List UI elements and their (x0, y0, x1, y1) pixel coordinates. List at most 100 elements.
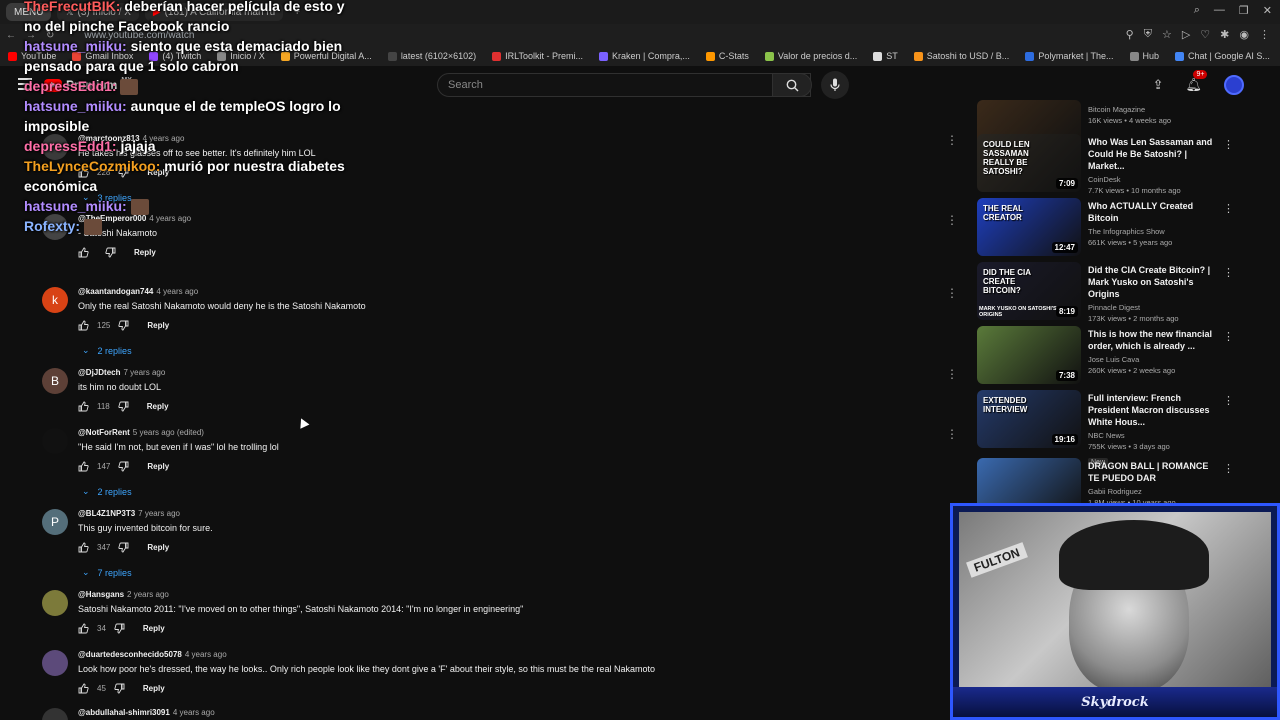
chat-username[interactable]: hatsune_miiku: (24, 38, 127, 54)
channel-name[interactable]: The Infographics Show (1088, 227, 1218, 236)
related-video[interactable]: COULD LEN SASSAMAN REALLY BE SATOSHI? 7:0… (977, 134, 1239, 195)
view-replies-button[interactable]: ⌄ 2 replies (78, 486, 918, 497)
account-avatar[interactable] (1224, 75, 1244, 95)
video-title[interactable]: Who ACTUALLY Created Bitcoin (1088, 200, 1218, 224)
related-video[interactable]: THE REAL CREATOR 12:47 Who ACTUALLY Create… (977, 198, 1239, 256)
related-video[interactable]: DID THE CIA CREATE BITCOIN? MARK YUSKO ON… (977, 262, 1239, 323)
reply-button[interactable]: Reply (143, 624, 165, 633)
bookmark-item[interactable]: Valor de precios d... (764, 51, 857, 61)
bookmark-item[interactable]: Satoshi to USD / B... (913, 51, 1009, 61)
view-replies-button[interactable]: ⌄ 2 replies (78, 345, 918, 356)
reply-button[interactable]: Reply (134, 248, 156, 257)
bookmark-item[interactable]: latest (6102×6102) (387, 51, 476, 61)
puzzle-icon[interactable]: ✱ (1220, 28, 1229, 41)
back-icon[interactable]: ← (6, 30, 16, 41)
comment-author[interactable]: @kaantandogan744 (78, 287, 153, 296)
channel-name[interactable]: Pinnacle Digest (1088, 303, 1218, 312)
notifications-button[interactable]: 🔔︎ 9+ (1185, 70, 1208, 94)
bookmark-item[interactable]: Hub (1129, 51, 1159, 61)
commenter-avatar[interactable]: B (42, 368, 68, 394)
close-icon[interactable]: ✕ (1263, 4, 1272, 17)
video-more-icon[interactable]: ⋮ (1223, 462, 1234, 475)
video-title[interactable]: Did the CIA Create Bitcoin? | Mark Yusko… (1088, 264, 1218, 300)
channel-name[interactable]: Jose Luis Cava (1088, 355, 1218, 364)
comment-more-icon[interactable]: ⋮ (946, 428, 958, 440)
video-title[interactable]: DRAGON BALL | ROMANCE TE PUEDO DAR (1088, 460, 1218, 484)
comment-more-icon[interactable]: ⋮ (946, 368, 958, 380)
chat-username[interactable]: TheFrecutBIK: (24, 0, 120, 14)
comment-more-icon[interactable]: ⋮ (946, 287, 958, 299)
upload-icon[interactable]: ⇪ (1153, 77, 1164, 93)
channel-name[interactable]: Gabii Rodriguez (1088, 487, 1218, 496)
comment-author[interactable]: @duartedesconhecido5078 (78, 650, 182, 659)
video-title[interactable]: This is how the new financial order, whi… (1088, 328, 1218, 352)
comment-more-icon[interactable]: ⋮ (946, 708, 958, 720)
comment-author[interactable]: @NotForRent (78, 428, 130, 437)
video-thumbnail[interactable]: EXTENDED INTERVIEW 19:16 (977, 390, 1081, 448)
view-replies-button[interactable]: ⌄ 7 replies (78, 567, 918, 578)
bookmark-item[interactable]: Polymarket | The... (1025, 51, 1114, 61)
related-video[interactable]: EXTENDED INTERVIEW 19:16 Full interview: F… (977, 390, 1239, 467)
reply-button[interactable]: Reply (147, 462, 169, 471)
comment-timestamp[interactable]: 2 years ago (127, 590, 169, 599)
reply-button[interactable]: Reply (143, 684, 165, 693)
thumbs-up-icon[interactable] (78, 247, 89, 258)
maximize-icon[interactable]: ❐ (1239, 4, 1249, 17)
reply-button[interactable]: Reply (147, 402, 169, 411)
reply-button[interactable]: Reply (147, 543, 169, 552)
comment-author[interactable]: @DjJDtech (78, 368, 120, 377)
commenter-avatar[interactable] (42, 428, 68, 454)
bookmark-item[interactable]: IRLToolkit - Premi... (492, 51, 583, 61)
comment-author[interactable]: @Hansgans (78, 590, 124, 599)
chat-username[interactable]: hatsune_miiku: (24, 98, 127, 114)
video-thumbnail[interactable]: THE REAL CREATOR 12:47 (977, 198, 1081, 256)
minimize-icon[interactable]: — (1214, 4, 1225, 17)
video-more-icon[interactable]: ⋮ (1223, 330, 1234, 343)
commenter-avatar[interactable] (42, 708, 68, 720)
profile-icon[interactable]: ◉ (1239, 28, 1249, 41)
video-thumbnail[interactable]: DID THE CIA CREATE BITCOIN? MARK YUSKO ON… (977, 262, 1081, 320)
thumbs-down-icon[interactable] (114, 623, 125, 634)
voice-search-button[interactable] (821, 71, 849, 99)
channel-name[interactable]: CoinDesk (1088, 175, 1218, 184)
chat-username[interactable]: TheLynceCozmikoo: (24, 158, 160, 174)
pin-icon[interactable]: ⚲ (1126, 28, 1134, 41)
video-title[interactable]: Full interview: French President Macron … (1088, 392, 1218, 428)
thumbs-down-icon[interactable] (118, 320, 129, 331)
thumbs-down-icon[interactable] (114, 683, 125, 694)
video-more-icon[interactable]: ⋮ (1223, 138, 1234, 151)
thumbs-up-icon[interactable] (78, 542, 89, 553)
comment-more-icon[interactable]: ⋮ (946, 134, 958, 146)
comment-more-icon[interactable]: ⋮ (946, 650, 958, 662)
comment-timestamp[interactable]: 4 years ago (156, 287, 198, 296)
commenter-avatar[interactable]: P (42, 509, 68, 535)
commenter-avatar[interactable] (42, 650, 68, 676)
video-more-icon[interactable]: ⋮ (1223, 266, 1234, 279)
comment-timestamp[interactable]: 4 years ago (173, 708, 215, 717)
chat-username[interactable]: depressEdd1: (24, 78, 117, 94)
related-video[interactable]: 7:38 This is how the new financial order,… (977, 326, 1239, 384)
thumbs-up-icon[interactable] (78, 320, 89, 331)
thumbs-down-icon[interactable] (118, 401, 129, 412)
thumbs-up-icon[interactable] (78, 401, 89, 412)
reply-button[interactable]: Reply (147, 321, 169, 330)
video-thumbnail[interactable]: COULD LEN SASSAMAN REALLY BE SATOSHI? 7:0… (977, 134, 1081, 192)
video-more-icon[interactable]: ⋮ (1223, 202, 1234, 215)
channel-name[interactable]: Bitcoin Magazine (1088, 105, 1218, 114)
channel-name[interactable]: NBC News (1088, 431, 1218, 440)
thumbs-up-icon[interactable] (78, 623, 89, 634)
chat-username[interactable]: hatsune_miiku: (24, 198, 127, 214)
chat-username[interactable]: Rofexty: (24, 218, 80, 234)
comment-author[interactable]: @abdullahal-shimri3091 (78, 708, 170, 717)
comment-more-icon[interactable]: ⋮ (946, 214, 958, 226)
thumbs-down-icon[interactable] (105, 247, 116, 258)
commenter-avatar[interactable]: k (42, 287, 68, 313)
bookmark-item[interactable]: Kraken | Compra,... (598, 51, 690, 61)
thumbs-up-icon[interactable] (78, 461, 89, 472)
video-thumbnail[interactable]: 7:38 (977, 326, 1081, 384)
comment-more-icon[interactable]: ⋮ (946, 509, 958, 521)
bookmark-item[interactable]: ST (873, 51, 898, 61)
comment-author[interactable]: @BL4Z1NP3T3 (78, 509, 135, 518)
comment-more-icon[interactable]: ⋮ (946, 590, 958, 602)
play-icon[interactable]: ▷ (1182, 28, 1190, 41)
